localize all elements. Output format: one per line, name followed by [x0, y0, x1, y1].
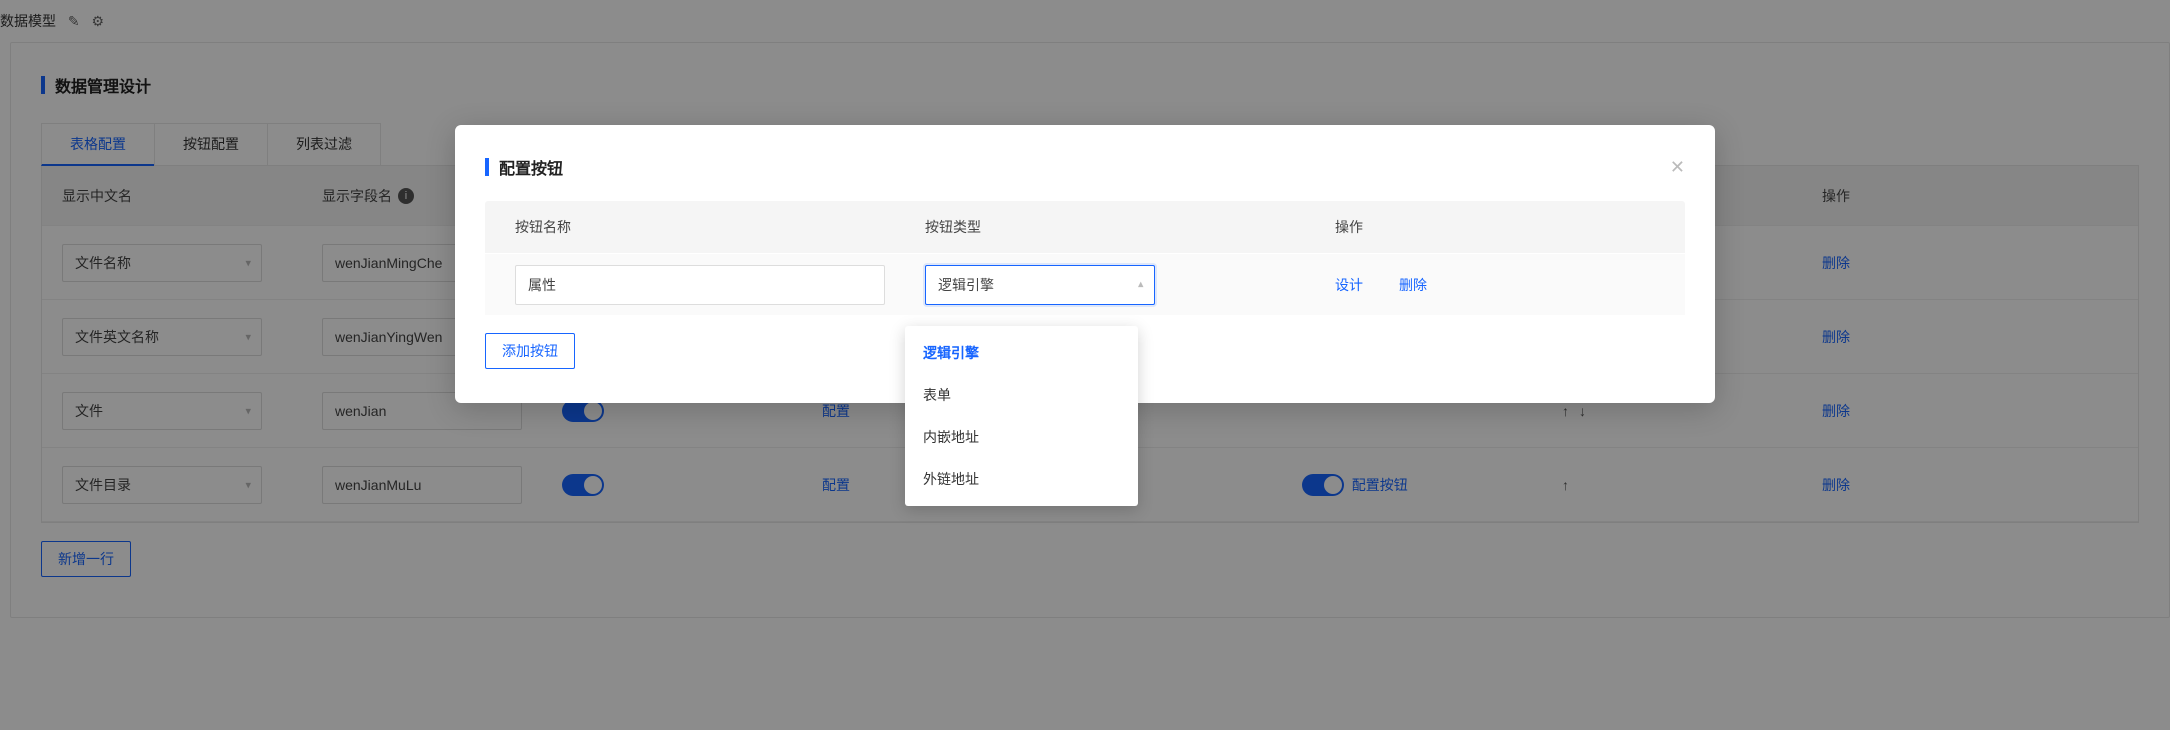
title-accent — [485, 158, 489, 176]
add-button-button[interactable]: 添加按钮 — [485, 333, 575, 369]
close-icon[interactable]: ✕ — [1670, 157, 1685, 178]
dropdown-option[interactable]: 内嵌地址 — [905, 416, 1138, 458]
chevron-up-icon: ▾ — [1138, 278, 1144, 291]
delete-link[interactable]: 删除 — [1399, 275, 1427, 295]
mth-type: 按钮类型 — [905, 217, 1315, 237]
dropdown-option[interactable]: 外链地址 — [905, 458, 1138, 500]
button-name-input[interactable]: 属性 — [515, 265, 885, 305]
mth-op: 操作 — [1315, 217, 1675, 237]
button-type-select[interactable]: 逻辑引擎 ▾ — [925, 265, 1155, 305]
dropdown-option[interactable]: 表单 — [905, 374, 1138, 416]
button-type-dropdown: 逻辑引擎 表单 内嵌地址 外链地址 — [905, 326, 1138, 506]
modal-table-row: 属性 逻辑引擎 ▾ 设计 删除 — [485, 253, 1685, 315]
modal-title: 配置按钮 — [499, 155, 563, 179]
design-link[interactable]: 设计 — [1335, 275, 1363, 295]
dropdown-option[interactable]: 逻辑引擎 — [905, 332, 1138, 374]
modal-table-header: 按钮名称 按钮类型 操作 — [485, 201, 1685, 253]
mth-name: 按钮名称 — [495, 217, 905, 237]
